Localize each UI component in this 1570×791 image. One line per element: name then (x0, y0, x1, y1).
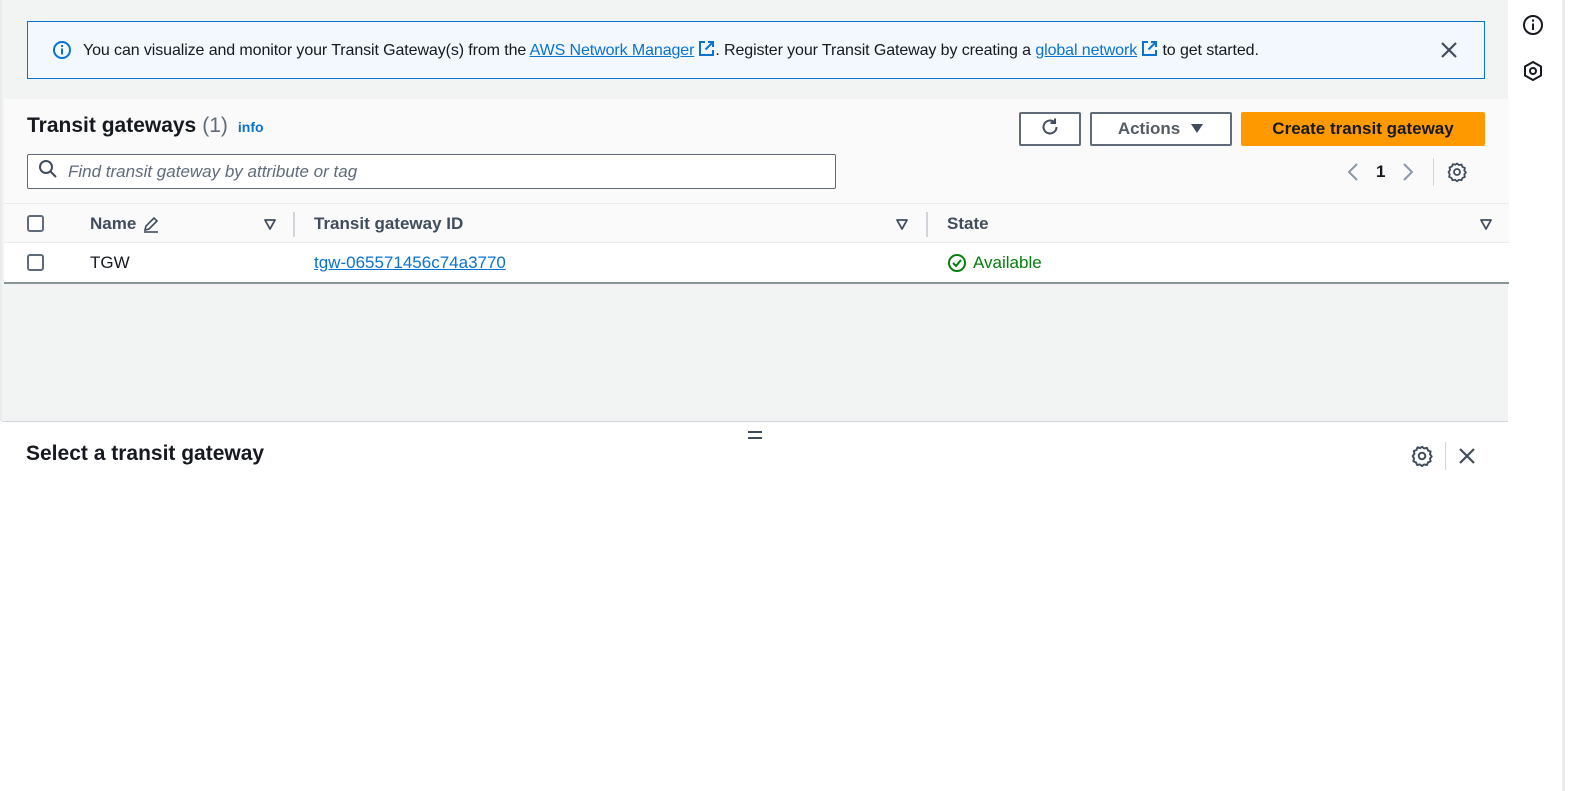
table-row[interactable]: TGW tgw-065571456c74a3770 Available (4, 243, 1510, 282)
split-panel-title: Select a transit gateway (26, 442, 265, 465)
table-title: Transit gateways (1) info (27, 114, 264, 138)
info-flash-banner: You can visualize and monitor your Trans… (27, 21, 1485, 79)
main-content: You can visualize and monitor your Trans… (0, 0, 1510, 791)
search-field[interactable] (27, 154, 836, 189)
scrollbar[interactable] (1562, 0, 1565, 791)
flash-close-icon[interactable] (1438, 39, 1460, 61)
cell-transit-gateway-id: tgw-065571456c74a3770 (314, 243, 506, 282)
column-header-transit-gateway-id[interactable]: Transit gateway ID (314, 204, 463, 244)
column-label: State (947, 214, 989, 233)
tools-rail (1509, 0, 1570, 791)
aws-network-manager-link[interactable]: AWS Network Manager (530, 42, 695, 59)
security-hexagon-icon[interactable] (1522, 60, 1544, 82)
info-icon (52, 40, 72, 60)
caret-down-icon (1190, 119, 1204, 139)
search-input[interactable] (68, 161, 828, 182)
table-count: (1) (202, 114, 228, 137)
search-icon (38, 159, 58, 184)
check-circle-icon (947, 253, 967, 273)
pagination: 1 (1340, 157, 1470, 187)
table-title-text: Transit gateways (27, 114, 197, 137)
transit-gateways-table-container: Transit gateways (1) info Actions Create… (4, 99, 1510, 284)
split-panel-settings-gear-icon[interactable] (1410, 444, 1434, 468)
column-label: Transit gateway ID (314, 214, 464, 233)
info-link[interactable]: info (238, 119, 264, 135)
cell-name: TGW (90, 252, 130, 272)
global-network-link[interactable]: global network (1035, 42, 1137, 59)
select-all-checkbox[interactable] (27, 215, 44, 232)
split-panel: Select a transit gateway (2, 421, 1508, 791)
split-panel-close-icon[interactable] (1455, 444, 1479, 468)
column-label: Name (90, 214, 137, 233)
resize-handle-icon[interactable] (746, 428, 764, 440)
edit-pencil-icon (142, 215, 160, 233)
status-text: Available (973, 252, 1042, 272)
transit-gateway-id-link[interactable]: tgw-065571456c74a3770 (314, 253, 506, 273)
flash-message: You can visualize and monitor your Trans… (83, 40, 1259, 60)
actions-button[interactable]: Actions (1090, 112, 1232, 146)
sort-icon[interactable] (263, 217, 277, 231)
content-area: You can visualize and monitor your Trans… (0, 0, 1510, 421)
next-page-icon[interactable] (1395, 158, 1421, 186)
cell-state: Available (947, 243, 1042, 282)
current-page-number[interactable]: 1 (1376, 162, 1385, 182)
row-checkbox[interactable] (27, 254, 44, 271)
flash-text-before: You can visualize and monitor your Trans… (83, 42, 530, 59)
create-transit-gateway-button[interactable]: Create transit gateway (1241, 112, 1485, 146)
info-panel-icon[interactable] (1522, 14, 1544, 36)
sort-icon[interactable] (1479, 217, 1493, 231)
column-header-name[interactable]: Name (90, 204, 160, 244)
refresh-icon (1039, 116, 1061, 143)
column-resizer[interactable] (293, 212, 295, 237)
column-resizer[interactable] (926, 212, 928, 237)
actions-label: Actions (1117, 119, 1181, 138)
flash-text-middle: . Register your Transit Gateway by creat… (715, 42, 1036, 59)
sort-icon[interactable] (895, 217, 909, 231)
previous-page-icon[interactable] (1340, 158, 1366, 186)
external-link-icon[interactable] (698, 40, 715, 57)
split-panel-divider (1445, 442, 1446, 470)
pagination-divider (1433, 158, 1435, 186)
table-header-row: Name Transit gateway ID State (4, 203, 1510, 243)
status-indicator: Available (947, 253, 1042, 273)
external-link-icon[interactable] (1141, 40, 1158, 57)
flash-text-after: to get started. (1158, 42, 1259, 59)
refresh-button[interactable] (1019, 112, 1081, 146)
column-header-state[interactable]: State (947, 204, 989, 244)
preferences-gear-icon[interactable] (1444, 158, 1470, 186)
